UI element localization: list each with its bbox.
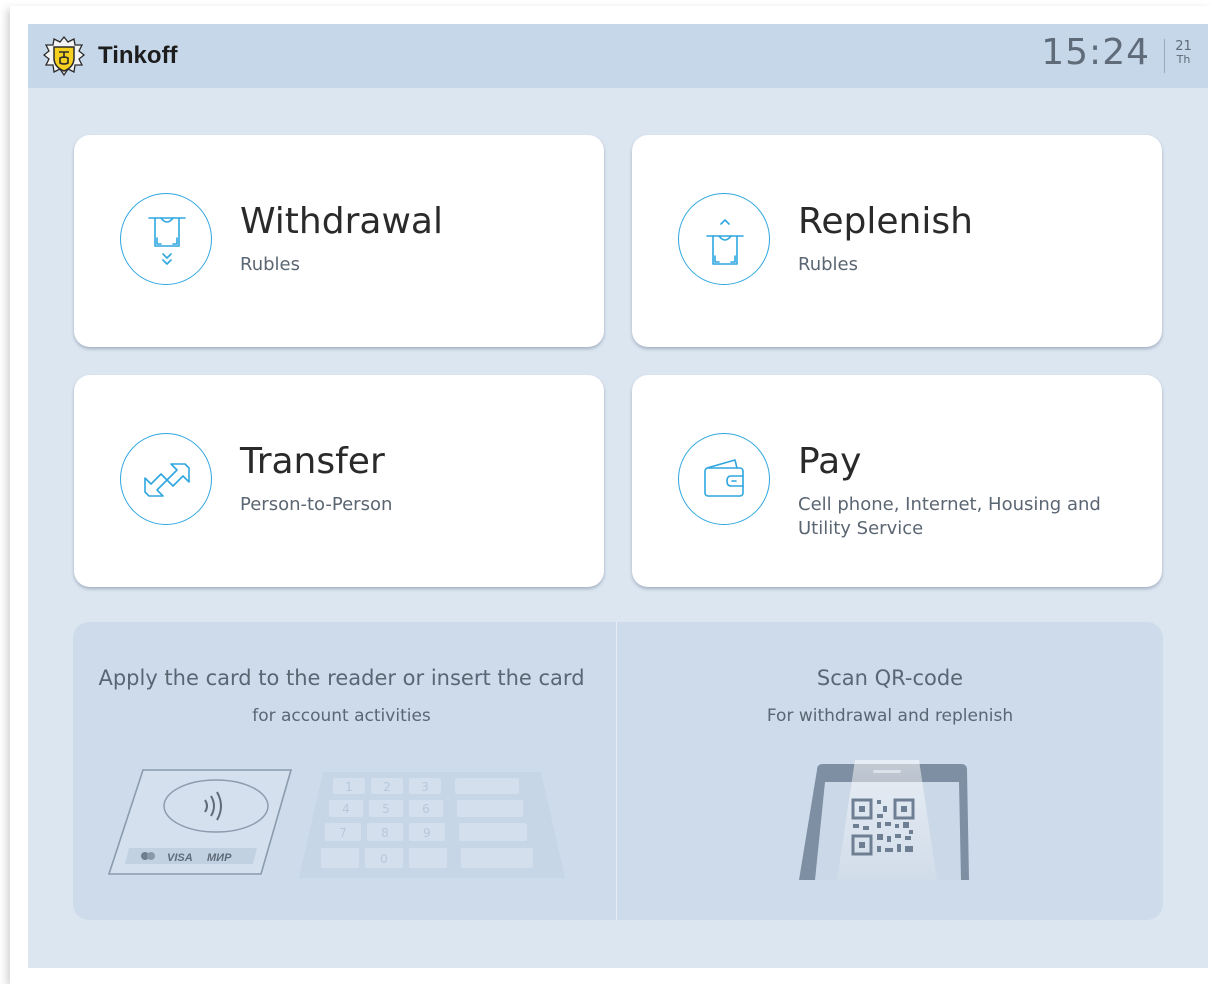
qr-phone-illustration (677, 760, 1107, 880)
keypad-illustration: 1 2 3 4 5 6 7 8 9 0 (299, 772, 565, 878)
key-2: 2 (383, 780, 391, 794)
brand-name: Tinkoff (98, 42, 178, 69)
transfer-card[interactable]: Transfer Person-to-Person (74, 375, 604, 587)
date-day: 21 (1175, 39, 1192, 54)
transfer-subtitle: Person-to-Person (240, 494, 393, 515)
qr-title: Scan QR-code (816, 666, 964, 690)
card-instruction-subtitle: for account activities (252, 706, 431, 726)
key-5: 5 (382, 802, 390, 816)
key-9: 9 (423, 826, 431, 840)
card-reader-illustration: VISA МИР 1 2 3 4 5 6 7 8 9 0 (107, 769, 565, 878)
key-0: 0 (380, 852, 388, 866)
replenish-title: Replenish (798, 201, 973, 242)
key-7: 7 (339, 826, 347, 840)
visa-label: VISA (167, 852, 193, 864)
wallet-icon (678, 433, 770, 525)
withdrawal-subtitle: Rubles (240, 254, 300, 275)
pay-title: Pay (798, 441, 862, 482)
qr-subtitle: For withdrawal and replenish (766, 706, 1014, 726)
card-instruction-title: Apply the card to the reader or insert t… (98, 666, 585, 690)
pay-card[interactable]: Pay Cell phone, Internet, Housing and Ut… (632, 375, 1162, 587)
key-1: 1 (345, 780, 353, 794)
withdrawal-card[interactable]: Withdrawal Rubles (74, 135, 604, 347)
header-bar: Tinkoff 15:24 21 Th (28, 24, 1208, 88)
info-panel: Apply the card to the reader or insert t… (73, 622, 1163, 920)
transfer-title: Transfer (240, 441, 385, 482)
atm-screen: Tinkoff 15:24 21 Th Withdrawal Rubles Re… (28, 24, 1208, 968)
transfer-arrows-icon (120, 433, 212, 525)
pay-subtitle: Cell phone, Internet, Housing and Utilit… (798, 494, 1101, 539)
bank-card-icon: VISA МИР (107, 769, 293, 875)
key-3: 3 (421, 780, 429, 794)
replenish-card[interactable]: Replenish Rubles (632, 135, 1162, 347)
cash-deposit-icon (678, 193, 770, 285)
key-8: 8 (381, 826, 389, 840)
tinkoff-logo-icon (42, 35, 86, 77)
withdrawal-title: Withdrawal (240, 201, 443, 242)
date-display: 21 Th (1164, 39, 1202, 73)
clock-time: 15:24 (1041, 32, 1150, 73)
key-4: 4 (342, 802, 350, 816)
date-weekday: Th (1176, 53, 1191, 66)
cash-withdraw-icon (120, 193, 212, 285)
replenish-subtitle: Rubles (798, 254, 858, 275)
key-6: 6 (422, 802, 430, 816)
mir-label: МИР (207, 852, 232, 864)
